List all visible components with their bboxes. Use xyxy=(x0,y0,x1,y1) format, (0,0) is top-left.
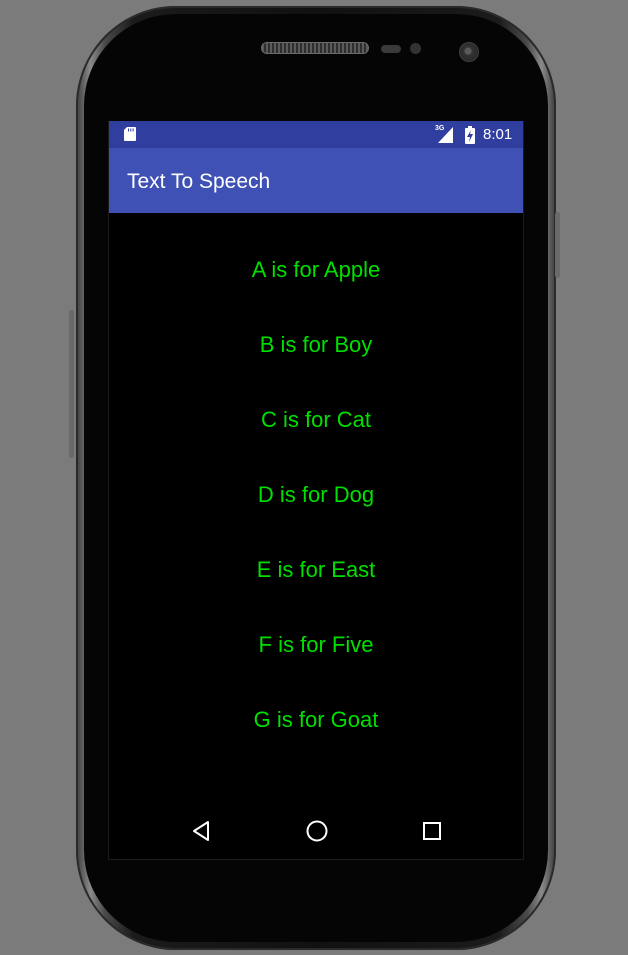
back-button[interactable] xyxy=(188,817,216,845)
home-icon xyxy=(306,820,328,842)
list-item-c[interactable]: C is for Cat xyxy=(109,390,523,450)
list-item-b[interactable]: B is for Boy xyxy=(109,315,523,375)
navigation-bar xyxy=(109,803,523,860)
screen-bottom-edge xyxy=(108,859,524,860)
front-camera-icon xyxy=(459,42,479,62)
recents-icon xyxy=(423,822,441,840)
signal-icon xyxy=(438,127,453,143)
list-item-e[interactable]: E is for East xyxy=(109,540,523,600)
emulator-page: 3G 8:01 Text To Speech A is for Apple B … xyxy=(0,0,628,955)
battery-charging-icon xyxy=(465,126,475,144)
device-screen: 3G 8:01 Text To Speech A is for Apple B … xyxy=(108,121,524,860)
earpiece-speaker xyxy=(261,42,369,54)
list-item-d[interactable]: D is for Dog xyxy=(109,465,523,525)
power-button xyxy=(555,212,560,278)
status-clock: 8:01 xyxy=(483,126,513,143)
status-bar: 3G 8:01 xyxy=(109,121,523,148)
recents-button[interactable] xyxy=(418,817,446,845)
alphabet-list[interactable]: A is for Apple B is for Boy C is for Cat… xyxy=(109,213,523,803)
sd-card-icon xyxy=(124,127,136,141)
list-item-g[interactable]: G is for Goat xyxy=(109,690,523,750)
volume-button xyxy=(69,310,74,458)
back-icon xyxy=(193,821,209,841)
app-title: Text To Speech xyxy=(127,170,271,193)
app-toolbar: Text To Speech xyxy=(109,148,523,213)
light-sensor xyxy=(410,43,421,54)
home-button[interactable] xyxy=(303,817,331,845)
list-item-a[interactable]: A is for Apple xyxy=(109,240,523,300)
list-item-f[interactable]: F is for Five xyxy=(109,615,523,675)
proximity-sensor xyxy=(381,45,401,53)
